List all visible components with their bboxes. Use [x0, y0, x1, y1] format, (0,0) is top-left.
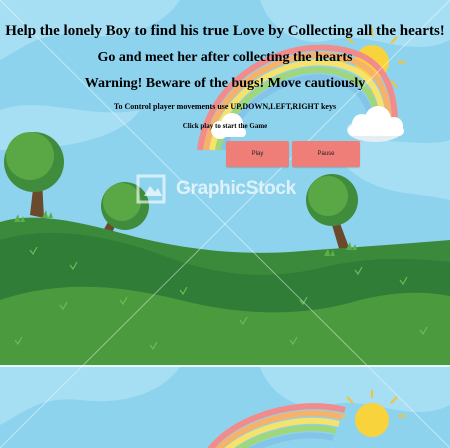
repeat-tile [0, 367, 450, 448]
graphicstock-logo-icon [136, 174, 166, 204]
game-background [0, 0, 450, 448]
tile-seam [0, 365, 450, 367]
instruction-line-1: Help the lonely Boy to find his true Lov… [5, 23, 445, 39]
start-hint: Click play to start the Game [182, 122, 268, 130]
pause-button[interactable]: Pause [292, 141, 360, 167]
watermark-text: GraphicStock [176, 178, 296, 199]
game-canvas[interactable]: Help the lonely Boy to find his true Lov… [0, 0, 450, 448]
instruction-line-2: Go and meet her after collecting the hea… [97, 50, 353, 65]
controls-hint: To Control player movements use UP,DOWN,… [113, 102, 337, 111]
play-button[interactable]: Play [226, 141, 289, 167]
instruction-line-3: Warning! Beware of the bugs! Move cautio… [84, 76, 366, 91]
watermark: GraphicStock [134, 172, 334, 208]
